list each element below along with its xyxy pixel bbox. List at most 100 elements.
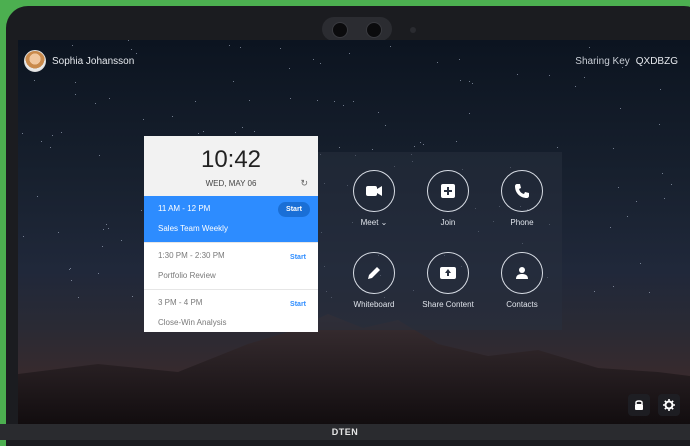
star: [71, 280, 72, 281]
star: [136, 53, 137, 54]
start-meeting-button[interactable]: Start: [278, 202, 310, 217]
user-name: Sophia Johansson: [52, 55, 135, 67]
star: [195, 101, 196, 102]
star: [472, 83, 473, 84]
star: [320, 63, 321, 64]
share-content-label: Share Content: [422, 300, 474, 309]
star: [385, 125, 386, 126]
contacts-button[interactable]: Contacts: [492, 252, 552, 309]
person-icon: [501, 252, 543, 294]
actions-panel: Meet ⌄ Join Phone Whiteboard Share Conte…: [318, 152, 562, 330]
star: [70, 268, 71, 269]
sharing-key-label: Sharing Key: [575, 56, 630, 67]
star: [290, 98, 291, 99]
star: [557, 147, 558, 148]
meet-button[interactable]: Meet ⌄: [344, 170, 404, 227]
star: [349, 53, 350, 54]
gear-icon: [663, 399, 675, 411]
star: [52, 135, 53, 136]
star: [517, 74, 518, 75]
star: [37, 196, 38, 197]
star: [95, 103, 96, 104]
whiteboard-button[interactable]: Whiteboard: [344, 252, 404, 309]
star: [242, 127, 243, 128]
meeting-title: Close-Win Analysis: [158, 318, 227, 327]
star: [75, 94, 76, 95]
share-content-button[interactable]: Share Content: [418, 252, 478, 309]
date: WED, MAY 06: [205, 179, 257, 188]
star: [75, 82, 76, 83]
star: [390, 46, 391, 47]
screen: Sophia Johansson Sharing Key QXDBZG 10:42…: [18, 40, 690, 424]
star: [172, 116, 173, 117]
settings-button[interactable]: [658, 394, 680, 416]
star: [589, 47, 590, 48]
join-label: Join: [440, 218, 456, 227]
star: [99, 155, 100, 156]
plus-icon: [427, 170, 469, 212]
star: [280, 48, 281, 49]
star: [229, 45, 230, 46]
star: [620, 108, 621, 109]
star: [627, 216, 628, 217]
star: [622, 67, 623, 68]
star: [469, 113, 470, 114]
lock-button[interactable]: [628, 394, 650, 416]
star: [203, 131, 204, 132]
camera-bar: [322, 17, 392, 41]
star: [618, 187, 619, 188]
star: [659, 124, 660, 125]
avatar[interactable]: [24, 50, 46, 72]
sharing-key: Sharing Key QXDBZG: [575, 56, 678, 67]
star: [143, 119, 144, 120]
star: [254, 131, 255, 132]
star: [69, 269, 70, 270]
meeting-item[interactable]: 11 AM - 12 PM Sales Team Weekly Start: [144, 196, 318, 243]
camera-lens-left: [332, 22, 348, 38]
star: [636, 201, 637, 202]
star: [61, 132, 62, 133]
user-info[interactable]: Sophia Johansson: [24, 50, 134, 72]
meeting-item[interactable]: 3 PM - 4 PM Close-Win Analysis Start: [144, 290, 318, 332]
star: [575, 86, 576, 87]
start-meeting-button[interactable]: Start: [286, 299, 310, 310]
meeting-title: Sales Team Weekly: [158, 224, 228, 233]
star: [58, 232, 59, 233]
phone-label: Phone: [510, 218, 534, 227]
star: [289, 68, 290, 69]
phone-button[interactable]: Phone: [492, 170, 552, 227]
meeting-time: 3 PM - 4 PM: [158, 298, 203, 307]
star: [50, 147, 51, 148]
star: [459, 59, 460, 60]
share-screen-icon: [427, 252, 469, 294]
star: [613, 148, 614, 149]
star: [662, 173, 663, 174]
meeting-title: Portfolio Review: [158, 271, 216, 280]
star: [98, 273, 99, 274]
star: [313, 59, 314, 60]
contacts-label: Contacts: [506, 300, 538, 309]
star: [317, 100, 318, 101]
refresh-icon[interactable]: ↻: [300, 178, 308, 189]
star: [414, 146, 415, 147]
star: [233, 81, 234, 82]
star: [584, 77, 585, 78]
star: [671, 184, 672, 185]
join-button[interactable]: Join: [418, 170, 478, 227]
star: [198, 133, 199, 134]
start-meeting-button[interactable]: Start: [286, 252, 310, 263]
star: [141, 210, 142, 211]
star: [102, 246, 103, 247]
star: [109, 98, 110, 99]
meeting-item[interactable]: 1:30 PM - 2:30 PM Portfolio Review Start: [144, 243, 318, 290]
star: [334, 101, 335, 102]
star: [549, 75, 550, 76]
calendar-header: 10:42 WED, MAY 06 ↻: [144, 136, 318, 196]
video-camera-icon: [353, 170, 395, 212]
camera-lens-right: [366, 22, 382, 38]
meeting-time: 1:30 PM - 2:30 PM: [158, 251, 225, 260]
brand-logo: DTEN: [0, 424, 690, 440]
clock: 10:42: [200, 146, 262, 173]
star: [420, 142, 421, 143]
lock-icon: [635, 400, 643, 410]
